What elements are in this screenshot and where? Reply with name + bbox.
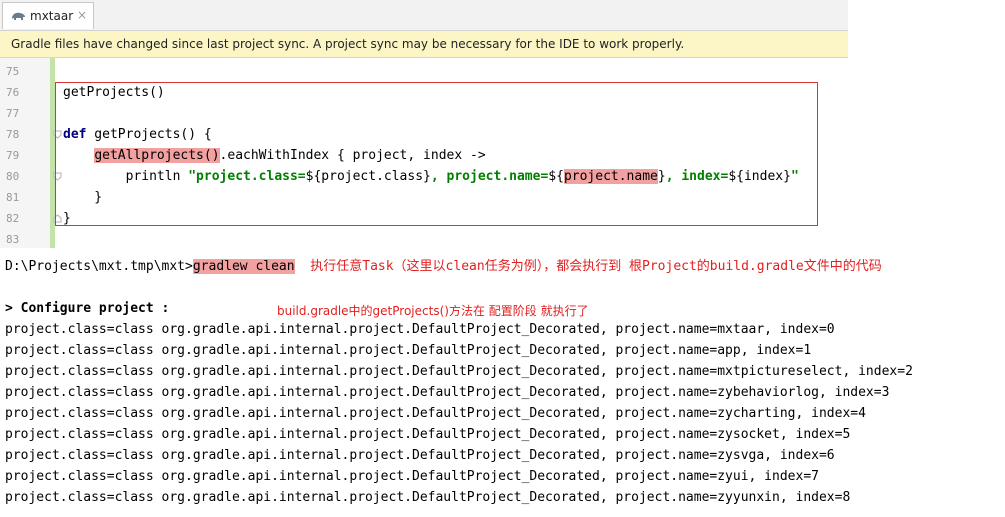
line-number: 80 — [6, 170, 20, 183]
line-number: 82 — [6, 212, 20, 225]
notification-text: Gradle files have changed since last pro… — [11, 37, 685, 51]
console-output-line: project.class=class org.gradle.api.inter… — [5, 469, 819, 484]
editor-tab-bar: mxtaar × — [0, 0, 848, 31]
annotation-text: 执行任意Task（这里以clean任务为例），都会执行到 根Project的bu… — [310, 259, 882, 274]
annotation-note: build.gradle中的getProjects()方法在 配置阶段 就执行了 — [277, 304, 589, 318]
line-number-gutter: 75 76 77 78 79 80 81 82 83 — [0, 58, 55, 248]
console-prompt: D:\Projects\mxt.tmp\mxt> — [5, 259, 193, 274]
tab-title: mxtaar — [30, 9, 74, 23]
tab-mxtaar[interactable]: mxtaar × — [2, 2, 94, 29]
line-number: 77 — [6, 107, 20, 120]
console-output-line: project.class=class org.gradle.api.inter… — [5, 406, 866, 421]
console-command-line: D:\Projects\mxt.tmp\mxt>gradlew clean 执行… — [5, 256, 882, 277]
annotation-box — [55, 82, 818, 226]
gradle-elephant-icon — [12, 12, 25, 20]
gradle-sync-notification: Gradle files have changed since last pro… — [0, 31, 848, 58]
console-command: gradlew clean — [192, 259, 295, 274]
line-number: 76 — [6, 86, 20, 99]
console-output-line: project.class=class org.gradle.api.inter… — [5, 322, 835, 337]
line-number: 75 — [6, 65, 20, 78]
line-number: 78 — [6, 128, 20, 141]
console-output-line: project.class=class org.gradle.api.inter… — [5, 364, 913, 379]
close-icon[interactable]: × — [77, 8, 87, 22]
console-output-line: project.class=class org.gradle.api.inter… — [5, 490, 851, 505]
configure-project-line: > Configure project : — [5, 301, 170, 316]
line-number: 83 — [6, 233, 20, 246]
console-output-line: project.class=class org.gradle.api.inter… — [5, 385, 890, 400]
line-number: 79 — [6, 149, 20, 162]
console-output-line: project.class=class org.gradle.api.inter… — [5, 448, 835, 463]
line-number: 81 — [6, 191, 20, 204]
console-output-line: project.class=class org.gradle.api.inter… — [5, 427, 851, 442]
console-output-line: project.class=class org.gradle.api.inter… — [5, 343, 812, 358]
